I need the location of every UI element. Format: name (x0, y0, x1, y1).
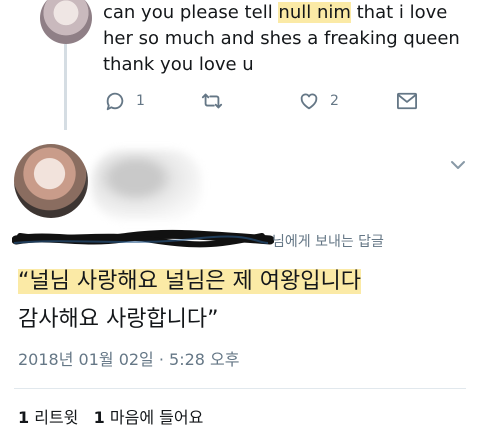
reply-actions-bar: 1 2 (104, 88, 424, 114)
chevron-down-icon (450, 156, 466, 175)
direct-message-button[interactable] (396, 88, 418, 114)
tweet-body-rest: 감사해요 사랑합니다” (18, 307, 219, 332)
reply-text-highlight: null nim (278, 2, 351, 23)
retweets-stat[interactable]: 1 리트윗 (18, 408, 78, 427)
heart-icon (298, 90, 320, 112)
avatar-tweet-author[interactable] (14, 144, 88, 218)
tweet-body: “널님 사랑해요 널님은 제 여왕입니다 감사해요 사랑합니다” (18, 263, 468, 339)
tweet-like-count: 1 (93, 408, 105, 427)
retweet-label: 리트윗 (34, 408, 79, 427)
tweet-timestamp[interactable]: 2018년 01월 02일 · 5:28 오후 (18, 346, 239, 370)
tweet-menu-button[interactable] (450, 156, 466, 175)
thread-connector-line (64, 44, 67, 130)
retweet-count: 1 (18, 408, 30, 427)
reply-count: 1 (136, 93, 145, 109)
reply-button[interactable]: 1 (104, 88, 145, 114)
like-count: 2 (330, 93, 339, 109)
reply-icon (104, 90, 126, 112)
retweet-icon (200, 90, 224, 112)
reply-tweet-text: can you please tell null nim that i love… (103, 0, 473, 78)
reply-text-start: can you please tell (103, 2, 279, 23)
divider (14, 388, 466, 389)
redacted-usernames (11, 228, 275, 250)
tweet-body-highlight: “널님 사랑해요 널님은 제 여왕입니다 (18, 269, 361, 294)
tweet-stats: 1 리트윗 1 마음에 들어요 (18, 404, 203, 428)
message-icon (396, 91, 418, 111)
retweet-button[interactable] (200, 88, 224, 114)
likes-stat[interactable]: 1 마음에 들어요 (94, 408, 204, 427)
replying-to-label: 님에게 보내는 답글 (272, 234, 384, 250)
like-button[interactable]: 2 (298, 88, 339, 114)
blurred-author-name (92, 150, 202, 220)
avatar-reply-author[interactable] (40, 0, 92, 44)
like-label: 마음에 들어요 (109, 408, 204, 427)
